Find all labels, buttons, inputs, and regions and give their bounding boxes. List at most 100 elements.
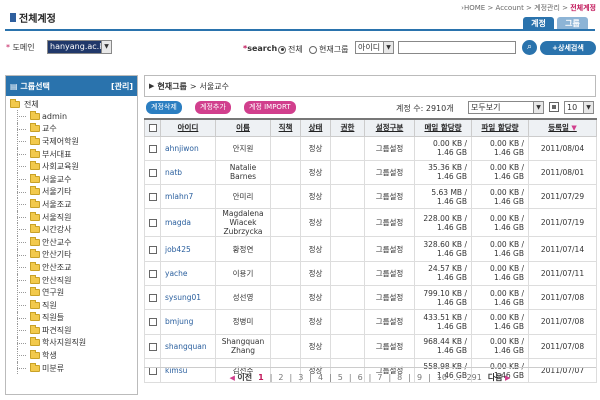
breadcrumb-account[interactable]: Account <box>496 4 524 12</box>
breadcrumb-admin[interactable]: 계정관리 <box>534 4 560 12</box>
table-row[interactable]: bmjung 정병미 정상 그룹설정 433.51 KB / 1.46 GB 0.00 K… <box>144 309 597 335</box>
page-link-last[interactable]: 291 <box>467 373 482 382</box>
next-page-button[interactable]: 다음 ▶ <box>488 372 511 383</box>
chevron-down-icon: ▼ <box>101 41 111 53</box>
row-checkbox[interactable] <box>148 294 157 303</box>
page-link[interactable]: 9 <box>417 373 422 382</box>
next-page-label: 다음 <box>487 373 503 382</box>
cell-id[interactable]: sysung01 <box>160 284 216 311</box>
tree-item[interactable]: 직원 <box>10 298 136 312</box>
tree-item[interactable]: 서울교수 <box>10 172 136 186</box>
tree-item[interactable]: 교수 <box>10 122 136 136</box>
cell-date: 2011/07/19 <box>528 208 597 238</box>
radio-all[interactable]: 전체 <box>278 44 303 55</box>
cell-id[interactable]: natb <box>160 159 216 186</box>
tree-item[interactable]: 서울조교 <box>10 198 136 211</box>
domain-select[interactable]: hanyang.ac.kr ▼ <box>47 40 112 54</box>
col-status[interactable]: 상태 <box>300 118 331 137</box>
folder-icon <box>30 173 40 183</box>
cell-id[interactable]: magda <box>160 208 216 238</box>
sidebar-manage-link[interactable]: [관리] <box>111 81 133 92</box>
tree-item[interactable]: 연구원 <box>10 286 136 299</box>
page-link[interactable]: 10 <box>437 373 447 382</box>
table-row[interactable]: ahnjiwon 안지원 정상 그룹설정 0.00 KB / 1.46 GB 0.00 K… <box>144 135 597 161</box>
col-date[interactable]: 등록일 ▼ <box>528 118 597 137</box>
row-checkbox[interactable] <box>148 342 157 351</box>
search-field-select[interactable]: 아이디 ▼ <box>355 41 394 54</box>
tree-item[interactable]: 부서대표 <box>10 147 136 161</box>
tree-item[interactable]: 안산기타 <box>10 248 136 262</box>
cell-id[interactable]: yache <box>160 260 216 286</box>
page-link[interactable]: 3 <box>298 373 303 382</box>
tree-item[interactable]: 안산교수 <box>10 235 136 249</box>
radio-current-group[interactable]: 현재그룹 <box>309 44 348 55</box>
page-link[interactable]: 8 <box>397 373 402 382</box>
page-link[interactable]: 7 <box>377 373 382 382</box>
cell-id[interactable]: bmjung <box>160 309 216 335</box>
row-checkbox[interactable] <box>148 245 157 254</box>
col-id[interactable]: 아이디 <box>160 118 216 137</box>
table-row[interactable]: mlahn7 안미리 정상 그룹설정 5.63 MB / 1.46 GB 0.00 KB … <box>144 184 597 210</box>
col-name[interactable]: 이름 <box>215 118 271 137</box>
search-icon[interactable]: ⌕ <box>522 40 537 55</box>
page-link[interactable]: 1 <box>258 373 264 382</box>
cell-id[interactable]: shangquan <box>160 333 216 359</box>
tree-item[interactable]: 학생 <box>10 349 136 362</box>
tree-item[interactable]: 안산직원 <box>10 273 136 287</box>
advanced-search-button[interactable]: +상세검색 <box>540 41 596 55</box>
page-link[interactable]: 5 <box>338 373 343 382</box>
import-account-button[interactable]: 계정 IMPORT <box>244 101 296 114</box>
tree-item[interactable]: admin <box>10 110 136 123</box>
col-permission[interactable]: 권한 <box>330 118 365 137</box>
tree-item[interactable]: 안산조교 <box>10 261 136 274</box>
tree-item[interactable]: 서울기타 <box>10 185 136 199</box>
sort-desc-icon: ▼ <box>568 124 577 133</box>
col-file-quota[interactable]: 파일 할당량 <box>471 118 529 137</box>
page-link[interactable]: 6 <box>358 373 363 382</box>
page-link[interactable]: 2 <box>278 373 283 382</box>
row-checkbox[interactable] <box>148 144 157 153</box>
tree-item[interactable]: 서울직원 <box>10 210 136 224</box>
row-checkbox[interactable] <box>148 168 157 177</box>
search-input[interactable] <box>398 41 516 54</box>
tree-item[interactable]: 직원들 <box>10 311 136 325</box>
table-row[interactable]: natb Natalie Barnes 정상 그룹설정 35.36 KB / 1.46 … <box>144 159 597 186</box>
cell-id[interactable]: job425 <box>160 236 216 262</box>
cell-id[interactable]: mlahn7 <box>160 184 216 210</box>
col-mail-quota[interactable]: 메일 할당량 <box>414 118 472 137</box>
prev-page-button[interactable]: ◀ 이전 <box>230 372 253 383</box>
cell-mail-quota: 328.60 KB / 1.46 GB <box>414 236 472 262</box>
page-size-select[interactable]: 10 ▼ <box>564 101 594 114</box>
cell-title <box>270 135 301 161</box>
tree-item[interactable]: 국제어학원 <box>10 135 136 148</box>
table-row[interactable]: job425 황정연 정상 그룹설정 328.60 KB / 1.46 GB 0.00 K… <box>144 236 597 262</box>
row-checkbox[interactable] <box>148 318 157 327</box>
cell-file-quota: 0.00 KB / 1.46 GB <box>471 284 529 311</box>
breadcrumb-home[interactable]: HOME <box>464 4 485 12</box>
view-filter-select[interactable]: 모두보기 ▼ <box>468 101 544 114</box>
tree-item[interactable]: 사회교육원 <box>10 160 136 173</box>
page-ellipsis: ... <box>452 373 461 382</box>
view-mode-icon[interactable] <box>549 102 559 112</box>
cell-id[interactable]: ahnjiwon <box>160 135 216 161</box>
row-checkbox[interactable] <box>148 269 157 278</box>
tree-item[interactable]: 미분류 <box>10 361 136 375</box>
tree-root[interactable]: 전체 <box>10 98 136 110</box>
col-setting[interactable]: 설정구분 <box>364 118 415 137</box>
select-all-checkbox[interactable] <box>148 124 157 133</box>
tree-item-label: 직원 <box>42 300 57 310</box>
tree-item[interactable]: 시간강사 <box>10 223 136 236</box>
table-row[interactable]: shangquan Shangquan Zhang 정상 그룹설정 968.44 KB … <box>144 333 597 359</box>
col-title[interactable]: 직책 <box>270 118 301 137</box>
tree-item[interactable]: 파견직원 <box>10 324 136 337</box>
table-row[interactable]: sysung01 성선영 정상 그룹설정 799.10 KB / 1.46 GB 0.00… <box>144 284 597 311</box>
table-row[interactable]: yache 이용기 정상 그룹설정 24.57 KB / 1.46 GB 0.00 KB … <box>144 260 597 286</box>
current-group-label: 현재그룹 <box>157 81 187 91</box>
delete-account-button[interactable]: 계정삭제 <box>146 101 182 114</box>
tree-item[interactable]: 학사지원직원 <box>10 336 136 350</box>
row-checkbox[interactable] <box>148 219 157 228</box>
add-account-button[interactable]: 계정추가 <box>195 101 231 114</box>
table-row[interactable]: magda Magdalena Wiacek Zubrzycka 정상 그룹설정 228… <box>144 208 597 238</box>
page-link[interactable]: 4 <box>318 373 323 382</box>
row-checkbox[interactable] <box>148 193 157 202</box>
